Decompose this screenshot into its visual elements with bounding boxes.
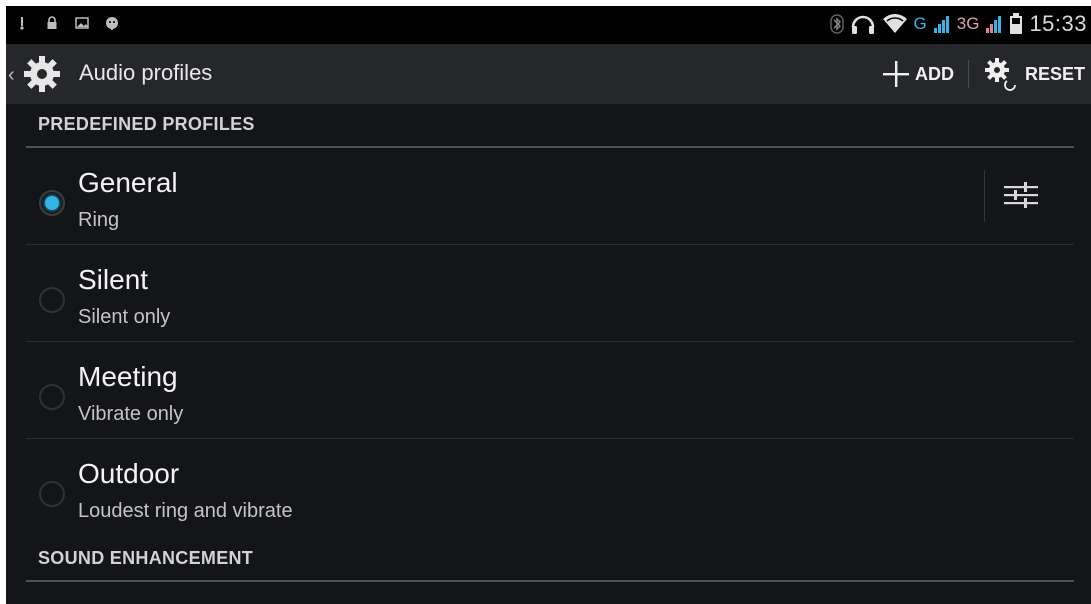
profile-row-outdoor[interactable]: Outdoor Loudest ring and vibrate xyxy=(26,439,1074,535)
wifi-icon xyxy=(882,14,907,33)
system-icons: G 3G 15:33 xyxy=(829,11,1087,37)
profile-subtitle: Vibrate only xyxy=(78,403,184,425)
radio-button[interactable] xyxy=(39,481,65,507)
notification-icons xyxy=(14,15,120,31)
section-header-sound-enhancement: SOUND ENHANCEMENT xyxy=(26,538,1074,582)
battery-icon xyxy=(1010,13,1023,34)
action-bar: ‹ Audio profiles ADD RESET xyxy=(6,44,1091,104)
profile-title: Silent xyxy=(78,264,149,295)
reset-gear-icon xyxy=(984,58,1016,91)
settings-gear-icon[interactable] xyxy=(22,54,62,94)
profile-title: Meeting xyxy=(78,361,178,392)
page-title: Audio profiles xyxy=(79,60,213,85)
profile-title: General xyxy=(78,167,178,198)
add-label: ADD xyxy=(914,63,954,84)
profile-row-general[interactable]: General Ring xyxy=(26,148,1074,245)
plus-icon xyxy=(882,61,909,87)
network-type-g: G xyxy=(913,14,927,33)
radio-button[interactable] xyxy=(39,287,65,313)
gallery-icon xyxy=(75,17,89,29)
action-separator xyxy=(967,60,969,88)
profile-subtitle: Ring xyxy=(78,209,120,231)
audio-profiles-screen: G 3G 15:33 ‹ Audio profiles ADD RESET PR… xyxy=(6,6,1091,604)
section-title: SOUND ENHANCEMENT xyxy=(38,548,254,568)
headset-icon xyxy=(851,15,874,34)
profile-title: Outdoor xyxy=(78,458,180,489)
status-bar: G 3G 15:33 xyxy=(6,6,1091,44)
action-bar-actions: ADD RESET xyxy=(881,54,1085,94)
status-clock: 15:33 xyxy=(1029,11,1087,36)
signal-icon-2 xyxy=(986,16,1002,33)
profile-subtitle: Silent only xyxy=(78,306,171,328)
profile-row-silent[interactable]: Silent Silent only xyxy=(26,245,1074,342)
reset-button[interactable]: RESET xyxy=(983,57,1085,91)
add-button[interactable]: ADD xyxy=(881,59,954,89)
radio-button[interactable] xyxy=(39,190,65,216)
network-type-3g: 3G xyxy=(956,14,980,33)
bluetooth-icon xyxy=(829,14,844,34)
profile-subtitle: Loudest ring and vibrate xyxy=(78,500,293,522)
android-icon xyxy=(106,17,118,30)
equalizer-settings-icon[interactable] xyxy=(1001,176,1041,216)
vertical-divider xyxy=(984,170,985,222)
radio-button[interactable] xyxy=(39,384,65,410)
section-header-predefined-profiles: PREDEFINED PROFILES xyxy=(26,104,1074,148)
usb-debug-icon xyxy=(20,17,24,30)
section-title: PREDEFINED PROFILES xyxy=(38,114,255,134)
back-caret-icon[interactable]: ‹ xyxy=(8,64,15,87)
lock-icon xyxy=(47,16,57,29)
signal-icon xyxy=(933,16,949,33)
profile-row-meeting[interactable]: Meeting Vibrate only xyxy=(26,342,1074,439)
reset-label: RESET xyxy=(1024,63,1085,84)
